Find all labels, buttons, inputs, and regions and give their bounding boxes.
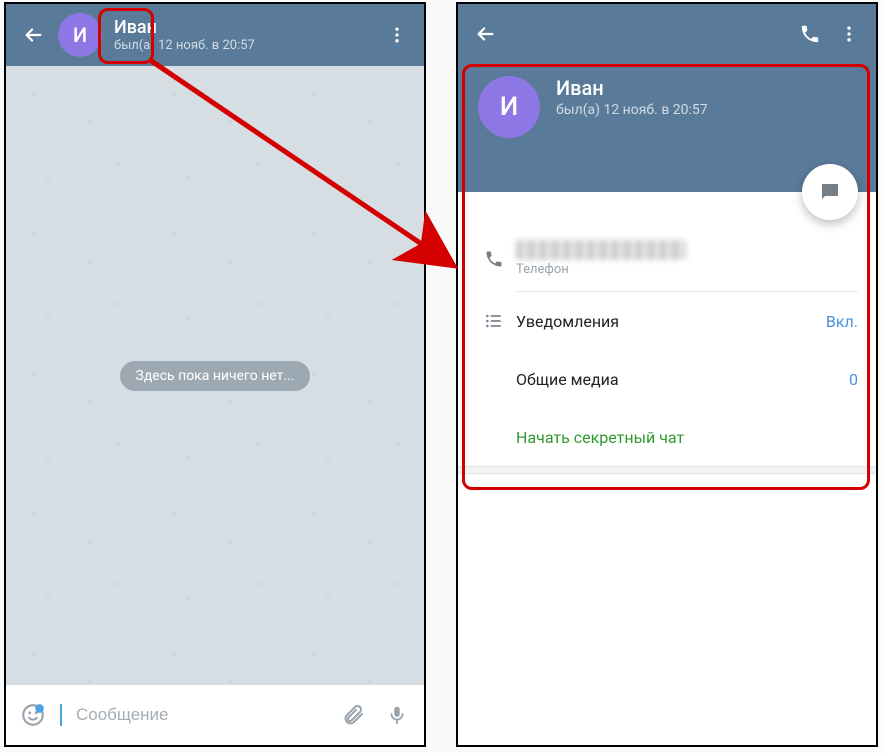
secret-chat-row[interactable]: Начать секретный чат <box>458 408 876 466</box>
notifications-row[interactable]: Уведомления Вкл. <box>458 292 876 350</box>
phone-row[interactable]: Телефон <box>458 226 876 291</box>
chat-title-block[interactable]: Иван был(а) 12 нояб. в 20:57 <box>114 17 378 53</box>
call-button[interactable] <box>790 14 830 54</box>
input-caret <box>60 704 62 726</box>
chat-messages-area[interactable]: Здесь пока ничего нет... <box>6 66 424 685</box>
chat-last-seen: был(а) 12 нояб. в 20:57 <box>114 38 378 53</box>
phone-icon <box>799 23 821 45</box>
message-fab[interactable] <box>802 164 858 220</box>
profile-name: Иван <box>556 76 708 100</box>
empty-chat-label: Здесь пока ничего нет... <box>120 361 311 391</box>
more-menu-button[interactable] <box>378 16 416 54</box>
chat-input-bar <box>6 685 424 745</box>
emoji-icon <box>20 702 46 728</box>
shared-media-value: 0 <box>849 370 858 389</box>
back-button[interactable] <box>14 16 52 54</box>
emoji-button[interactable] <box>16 698 50 732</box>
notifications-value: Вкл. <box>826 312 858 331</box>
profile-header <box>458 4 876 64</box>
more-vertical-icon <box>387 25 407 45</box>
profile-avatar[interactable]: И <box>478 76 540 138</box>
chat-header: И Иван был(а) 12 нояб. в 20:57 <box>6 4 424 66</box>
chat-avatar[interactable]: И <box>58 13 102 57</box>
arrow-left-icon <box>474 23 496 45</box>
profile-body: Телефон Уведомления Вкл. Общие медиа <box>458 192 876 474</box>
profile-hero: И Иван был(а) 12 нояб. в 20:57 <box>458 64 876 192</box>
more-vertical-icon <box>839 24 859 44</box>
notifications-label: Уведомления <box>516 312 826 331</box>
chat-contact-name: Иван <box>114 17 378 38</box>
microphone-icon <box>386 704 408 726</box>
attach-button[interactable] <box>336 698 370 732</box>
list-icon <box>484 311 504 331</box>
shared-media-row[interactable]: Общие медиа 0 <box>458 350 876 408</box>
shared-media-label: Общие медиа <box>516 370 849 389</box>
arrow-left-icon <box>22 24 44 46</box>
phone-number-blurred <box>516 240 686 260</box>
profile-more-button[interactable] <box>830 15 868 53</box>
phone-label: Телефон <box>516 262 858 277</box>
profile-back-button[interactable] <box>466 15 504 53</box>
profile-screen: И Иван был(а) 12 нояб. в 20:57 Телефон <box>456 2 878 747</box>
message-input[interactable] <box>76 705 326 725</box>
profile-last-seen: был(а) 12 нояб. в 20:57 <box>556 102 708 118</box>
chat-screen: И Иван был(а) 12 нояб. в 20:57 Здесь пок… <box>4 2 426 747</box>
chat-bubble-icon <box>818 180 842 204</box>
section-separator <box>458 466 876 474</box>
phone-icon <box>484 249 504 269</box>
secret-chat-label: Начать секретный чат <box>516 428 858 447</box>
paperclip-icon <box>341 703 365 727</box>
voice-button[interactable] <box>380 698 414 732</box>
